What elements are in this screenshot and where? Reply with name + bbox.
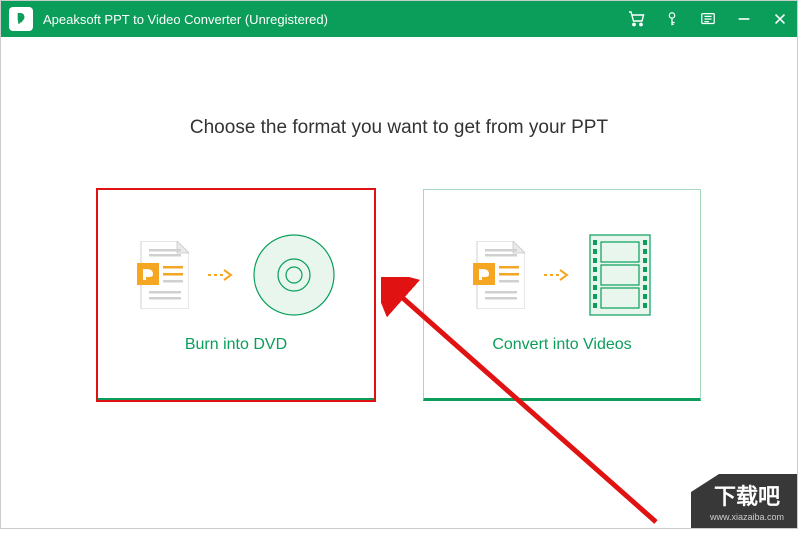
watermark-url: www.xiazaiba.com [709,512,784,522]
watermark: 下载吧 www.xiazaiba.com [691,474,797,528]
card-graphic [473,234,651,316]
minimize-button[interactable] [735,10,753,28]
format-options: Burn into DVD [1,189,797,401]
option-label: Convert into Videos [492,336,631,354]
option-burn-dvd[interactable]: Burn into DVD [97,189,375,401]
content-area: Choose the format you want to get from y… [1,37,797,528]
arrow-right-icon [207,268,235,282]
dvd-disc-icon [253,234,335,316]
option-convert-video[interactable]: Convert into Videos [423,189,701,401]
watermark-text: 下载吧 [714,484,780,509]
titlebar: Apeaksoft PPT to Video Converter (Unregi… [1,1,797,37]
menu-icon[interactable] [699,10,717,28]
titlebar-controls [627,10,789,28]
app-logo [9,7,33,31]
close-button[interactable] [771,10,789,28]
ppt-file-icon [473,241,525,309]
page-heading: Choose the format you want to get from y… [1,37,797,189]
card-graphic [137,234,335,316]
cart-icon[interactable] [627,10,645,28]
window-title: Apeaksoft PPT to Video Converter (Unregi… [43,12,627,27]
film-strip-icon [589,234,651,316]
key-icon[interactable] [663,10,681,28]
arrow-right-icon [543,268,571,282]
ppt-file-icon [137,241,189,309]
option-label: Burn into DVD [185,336,287,354]
